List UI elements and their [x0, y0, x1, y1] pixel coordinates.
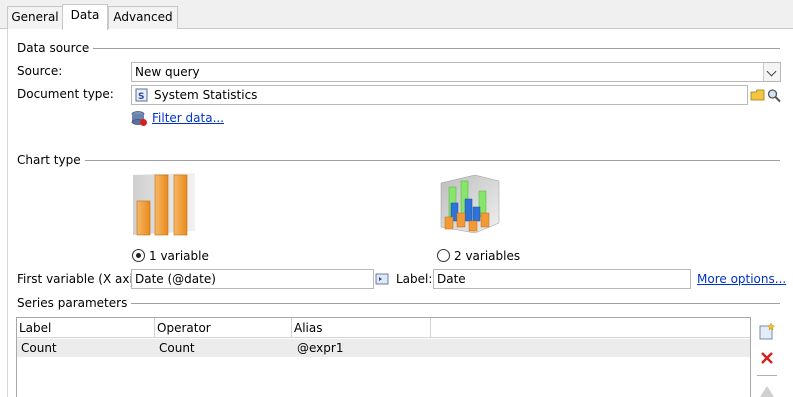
first-variable-value: Date (@date) — [135, 272, 216, 286]
more-options-link[interactable]: More options... — [697, 272, 786, 286]
schema-icon: S — [135, 88, 149, 102]
document-type-field[interactable]: S System Statistics — [131, 85, 748, 105]
data-source-divider — [80, 48, 780, 49]
series-divider — [112, 303, 780, 304]
source-label: Source: — [17, 64, 63, 78]
data-source-title: Data source — [17, 41, 94, 55]
row-alias-cell: @expr1 — [297, 341, 344, 355]
delete-row-icon[interactable] — [757, 348, 777, 368]
chevron-down-icon[interactable] — [763, 63, 780, 81]
side-divider — [757, 375, 777, 376]
column-header-operator[interactable]: Operator — [155, 318, 292, 338]
filter-data-icon[interactable] — [131, 110, 148, 127]
first-variable-label: First variable (X axis): — [17, 272, 148, 286]
series-title: Series parameters — [17, 296, 132, 310]
folder-icon[interactable] — [750, 86, 766, 104]
chart-type-divider — [74, 160, 780, 161]
two-variables-label: 2 variables — [454, 249, 521, 263]
table-row[interactable]: Count Count @expr1 — [17, 339, 750, 357]
expression-editor-icon[interactable] — [374, 270, 390, 288]
search-icon[interactable] — [766, 86, 782, 104]
row-label-cell: Count — [21, 341, 57, 355]
one-variable-chart-icon[interactable] — [131, 171, 199, 241]
tab-strip: General Data Advanced — [0, 0, 793, 30]
column-header-alias[interactable]: Alias — [292, 318, 431, 338]
document-type-value: System Statistics — [154, 88, 258, 102]
series-table[interactable]: Label Operator Alias Count Count @expr1 — [16, 317, 751, 397]
first-variable-field[interactable]: Date (@date) — [131, 269, 374, 289]
svg-text:S: S — [138, 92, 144, 102]
column-header-label[interactable]: Label — [17, 318, 155, 338]
two-variables-chart-icon[interactable] — [435, 173, 503, 241]
move-up-icon[interactable] — [757, 382, 777, 397]
label-label: Label: — [396, 272, 433, 286]
source-value: New query — [135, 65, 200, 79]
two-variables-radio[interactable] — [437, 249, 450, 262]
source-select[interactable]: New query — [131, 62, 781, 82]
filter-data-link[interactable]: Filter data... — [152, 111, 224, 125]
row-operator-cell: Count — [159, 341, 195, 355]
document-type-label: Document type: — [17, 87, 114, 101]
label-value: Date — [437, 272, 466, 286]
label-field[interactable]: Date — [433, 269, 691, 289]
tab-data[interactable]: Data — [62, 4, 108, 30]
add-row-icon[interactable] — [757, 321, 777, 341]
tab-general[interactable]: General — [7, 6, 63, 29]
chart-type-title: Chart type — [17, 153, 85, 167]
tab-advanced[interactable]: Advanced — [108, 6, 178, 29]
one-variable-radio[interactable] — [132, 249, 145, 262]
series-table-header: Label Operator Alias — [17, 318, 750, 338]
one-variable-label: 1 variable — [149, 249, 209, 263]
